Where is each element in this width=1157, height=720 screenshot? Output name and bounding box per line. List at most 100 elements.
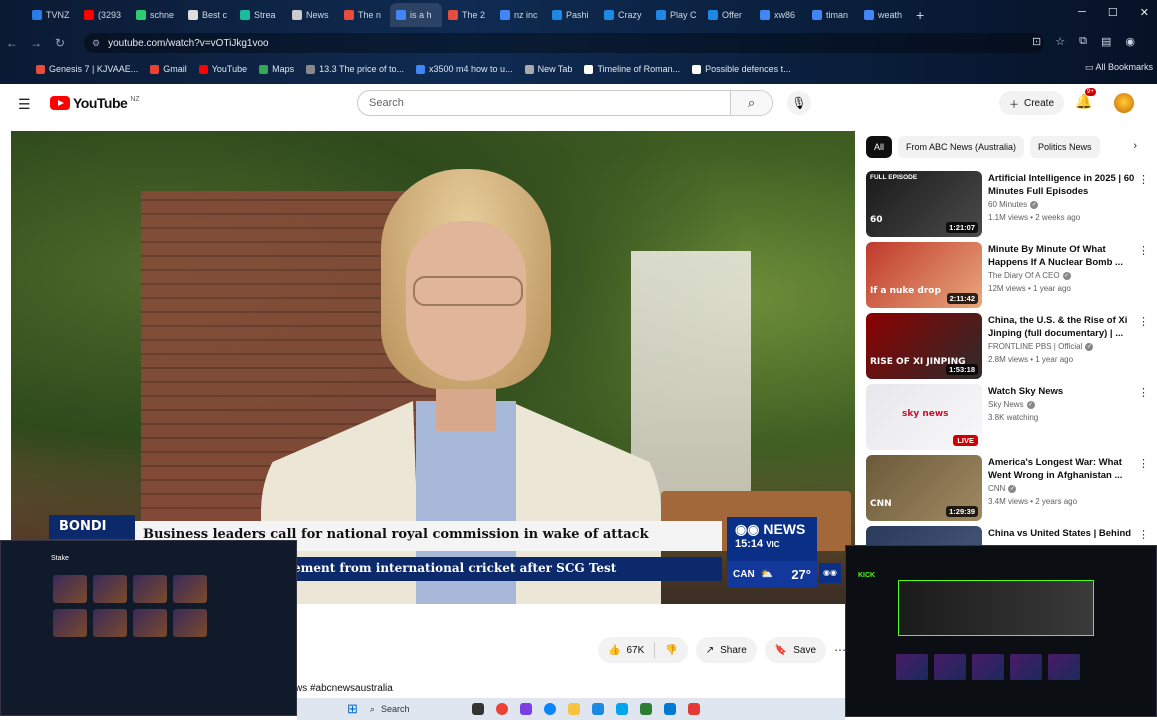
minimize-icon[interactable]: ─ [1078,6,1086,19]
browser-tab[interactable]: Play C [650,3,702,27]
browser-tab[interactable]: weath [858,3,910,27]
app-icon[interactable] [687,703,700,715]
channel-name[interactable]: The Diary Of A CEO ✓ [988,271,1136,280]
browser-tab[interactable]: Best c [182,3,234,27]
filter-chip[interactable]: All [866,136,893,158]
more-options-icon[interactable]: ⋮ [1138,173,1149,186]
close-icon[interactable]: ✕ [1140,6,1149,19]
bookmark-item[interactable]: New Tab [524,64,572,74]
recommended-video[interactable]: CNN 1:29:39 America's Longest War: What We… [866,455,1157,521]
bookmark-item[interactable]: Genesis 7 | KJVAAE... [36,64,138,74]
youtube-logo[interactable]: YouTube NZ [50,95,140,111]
video-thumbnail[interactable]: If a nuke drop 2:11:42 [866,242,982,308]
pip-right-stream[interactable]: KICK [845,545,1157,717]
recommended-video[interactable]: FULL EPISODE 60 1:21:07 Artificial Intellig… [866,171,1157,237]
filter-chip[interactable]: Politics News [1030,136,1100,158]
video-title[interactable]: Minute By Minute Of What Happens If A Nu… [988,243,1136,269]
recommended-video[interactable]: RISE OF XI JINPING 1:53:18 China, the U.S.… [866,313,1157,379]
browser-tab[interactable]: Crazy [598,3,650,27]
browser-tab[interactable]: (3293 [78,3,130,27]
browser-tab[interactable]: Pashi [546,3,598,27]
recommended-video[interactable]: If a nuke drop 2:11:42 Minute By Minute Of… [866,242,1157,308]
app-icon[interactable] [591,703,604,715]
more-options-icon[interactable]: ⋮ [1138,528,1149,541]
more-options-icon[interactable]: ⋮ [1138,386,1149,399]
url-bar[interactable]: ⚙ youtube.com/watch?v=vOTiJkg1voo [84,33,1044,53]
search-button[interactable]: ⌕ [730,91,772,115]
bookmark-item[interactable]: YouTube [198,64,247,74]
browser-tab[interactable]: schne [130,3,182,27]
video-title[interactable]: Artificial Intelligence in 2025 | 60 Min… [988,172,1136,198]
voice-search-button[interactable]: 🎙 [787,91,811,115]
recommended-video[interactable]: sky news LIVE Watch Sky News Sky News ✓ 3.8K … [866,384,1157,450]
edge-icon[interactable] [543,703,556,715]
bookmark-item[interactable]: x3500 m4 how to u... [416,64,513,74]
taskbar-search[interactable]: ⌕ Search [370,704,460,715]
bookmark-item[interactable]: Gmail [150,64,187,74]
forward-icon[interactable]: → [24,36,48,50]
browser-tab[interactable]: Offer [702,3,754,27]
app-icon[interactable] [615,703,628,715]
bookmark-item[interactable]: Maps [259,64,294,74]
video-title[interactable]: China, the U.S. & the Rise of Xi Jinping… [988,314,1136,340]
browser-tab[interactable]: is a h [390,3,442,27]
site-info-icon[interactable]: ⚙ [92,38,100,49]
video-thumbnail[interactable]: RISE OF XI JINPING 1:53:18 [866,313,982,379]
maximize-icon[interactable]: ☐ [1108,6,1118,19]
channel-name[interactable]: Sky News ✓ [988,400,1136,409]
extensions-icon[interactable]: ⧉ [1079,35,1087,48]
partly-sunny-icon: ⛅ [760,568,774,580]
sidepanel-icon[interactable]: ▤ [1101,35,1111,48]
hamburger-menu-icon[interactable]: ☰ [18,96,31,113]
video-thumbnail[interactable]: FULL EPISODE 60 1:21:07 [866,171,982,237]
bookmark-item[interactable]: Timeline of Roman... [584,64,680,74]
pip-left-stream[interactable]: Stake [0,540,297,716]
app-icon[interactable] [519,703,532,715]
browser-tab[interactable]: TVNZ [26,3,78,27]
video-player[interactable]: BONDI Business leaders call for national… [11,131,855,604]
dislike-button[interactable]: 👎 [655,645,687,656]
video-title[interactable]: Watch Sky News [988,385,1136,398]
taskview-icon[interactable] [471,703,484,715]
browser-tab[interactable]: The n [338,3,390,27]
install-icon[interactable]: ⊡ [1032,35,1041,48]
browser-tab[interactable]: timan [806,3,858,27]
channel-name[interactable]: CNN ✓ [988,484,1136,493]
browser-tab[interactable]: Strea [234,3,286,27]
file-explorer-icon[interactable] [567,703,580,715]
back-icon[interactable]: ← [0,36,24,50]
create-button[interactable]: ＋ Create [999,91,1065,115]
more-options-icon[interactable]: ⋮ [1138,315,1149,328]
bookmark-item[interactable]: 13.3 The price of to... [306,64,404,74]
browser-tab[interactable]: xw86 [754,3,806,27]
bookmark-star-icon[interactable]: ☆ [1055,35,1065,48]
app-icon[interactable] [663,703,676,715]
avatar[interactable] [1114,93,1134,113]
chevron-right-icon[interactable]: › [1133,140,1137,152]
share-button[interactable]: ↗ Share [695,637,757,663]
bookmark-item[interactable]: Possible defences t... [692,64,791,74]
all-bookmarks-button[interactable]: ▭ All Bookmarks [1085,62,1153,73]
windows-start-icon[interactable]: ⊞ [347,701,358,717]
chrome-icon[interactable] [495,703,508,715]
more-options-icon[interactable]: ⋮ [1138,457,1149,470]
reload-icon[interactable]: ↻ [48,36,72,50]
video-title[interactable]: China vs United States | Behind [988,527,1136,540]
notifications-button[interactable]: 🔔 9+ [1075,88,1096,110]
video-thumbnail[interactable]: sky news LIVE [866,384,982,450]
save-button[interactable]: 🔖 Save [764,637,827,663]
new-tab-button[interactable]: + [916,7,924,23]
video-title[interactable]: America's Longest War: What Went Wrong i… [988,456,1136,482]
app-icon[interactable] [639,703,652,715]
profile-icon[interactable]: ◉ [1125,35,1135,48]
channel-name[interactable]: FRONTLINE PBS | Official ✓ [988,342,1136,351]
browser-tab[interactable]: The 2 [442,3,494,27]
channel-name[interactable]: 60 Minutes ✓ [988,200,1136,209]
filter-chip[interactable]: From ABC News (Australia) [898,136,1025,158]
video-thumbnail[interactable]: CNN 1:29:39 [866,455,982,521]
search-input[interactable]: Search [358,91,730,115]
like-button[interactable]: 👍 67K [608,642,656,658]
more-options-icon[interactable]: ⋮ [1138,244,1149,257]
browser-tab[interactable]: News [286,3,338,27]
browser-tab[interactable]: nz inc [494,3,546,27]
